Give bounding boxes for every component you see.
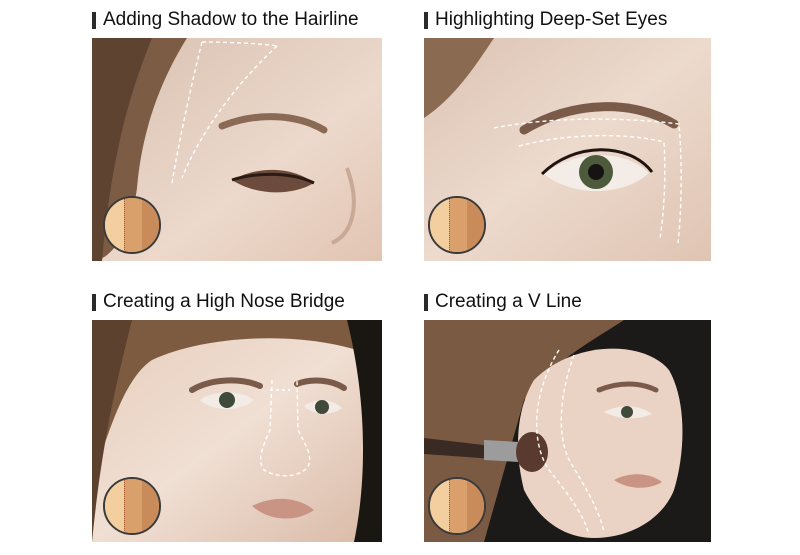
panel-title-text: Creating a High Nose Bridge	[103, 291, 345, 312]
title-marker	[424, 293, 428, 311]
panel-title: Adding Shadow to the Hairline	[92, 8, 359, 32]
panel-title: Creating a V Line	[424, 290, 582, 314]
contour-swatch	[428, 477, 486, 535]
title-marker	[92, 11, 96, 29]
panel-title-text: Highlighting Deep-Set Eyes	[435, 9, 668, 30]
contour-swatch	[428, 196, 486, 254]
panel-title: Creating a High Nose Bridge	[92, 290, 345, 314]
panel-title-text: Adding Shadow to the Hairline	[103, 9, 359, 30]
contour-swatch	[103, 477, 161, 535]
panel-title: Highlighting Deep-Set Eyes	[424, 8, 667, 32]
title-marker	[424, 11, 428, 29]
panel-title-text: Creating a V Line	[435, 291, 582, 312]
contour-swatch	[103, 196, 161, 254]
title-marker	[92, 293, 96, 311]
